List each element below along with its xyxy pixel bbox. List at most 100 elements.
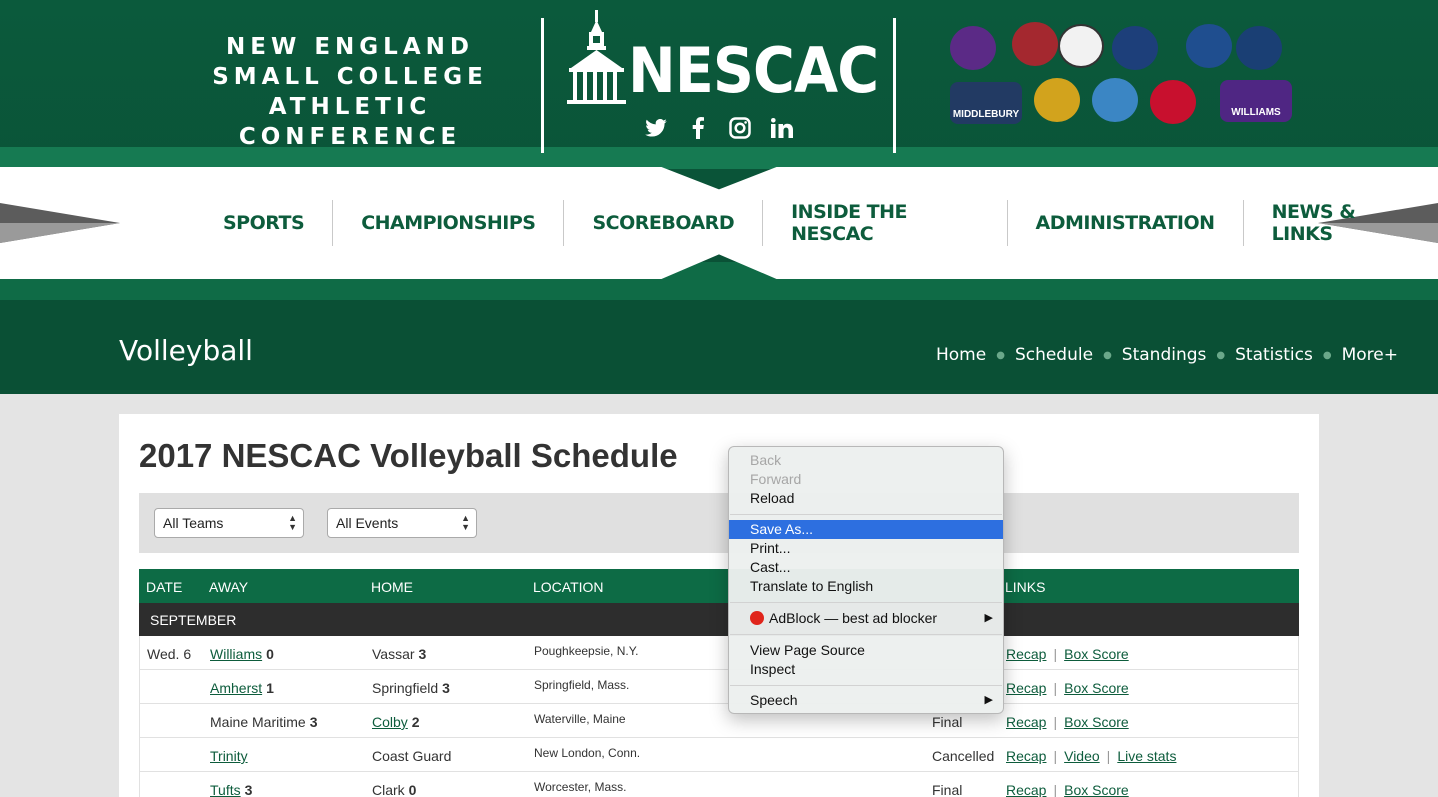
away-team-score: 3: [309, 714, 318, 730]
sport-nav-more[interactable]: More+: [1342, 345, 1398, 365]
instagram-icon[interactable]: [728, 116, 752, 140]
home-team-score: 0: [408, 782, 417, 797]
home-cell: Coast Guard: [372, 748, 455, 764]
conference-tagline: NEW ENGLAND SMALL COLLEGE ATHLETIC CONFE…: [170, 32, 530, 152]
home-team-name: Vassar: [372, 646, 415, 662]
table-row: Amherst 1 Springfield 3 Springfield, Mass. Re…: [139, 670, 1299, 704]
recap-link[interactable]: Recap: [1006, 748, 1046, 764]
home-team-name: Clark: [372, 782, 405, 797]
box-score-link[interactable]: Box Score: [1064, 680, 1129, 696]
menu-print[interactable]: Print...: [729, 539, 1003, 558]
adblock-hand-icon: [750, 611, 764, 625]
amherst-mammoth-logo[interactable]: [950, 26, 996, 70]
game-links: Recap | Box Score: [1006, 714, 1129, 730]
header-divider-left: [541, 18, 544, 153]
recap-link[interactable]: Recap: [1006, 680, 1046, 696]
nav-news-links[interactable]: NEWS & LINKS: [1242, 200, 1438, 246]
sport-nav-statistics[interactable]: Statistics: [1235, 345, 1313, 365]
twitter-icon[interactable]: [644, 116, 668, 140]
menu-view-source[interactable]: View Page Source: [729, 641, 1003, 660]
linkedin-icon[interactable]: [770, 116, 794, 140]
team-logo-label: MIDDLEBURY: [952, 108, 1020, 120]
sport-nav-schedule[interactable]: Schedule: [1015, 345, 1093, 365]
trinity-bantam-logo[interactable]: [1034, 78, 1080, 122]
box-score-link[interactable]: Box Score: [1064, 782, 1129, 797]
menu-speech-label: Speech: [750, 692, 798, 708]
away-team-link[interactable]: Tufts: [210, 782, 241, 797]
link-separator: |: [1053, 680, 1058, 696]
bowdoin-polar-bear-logo[interactable]: [1058, 24, 1104, 68]
away-team-score: 0: [266, 646, 274, 662]
tagline-line-1: NEW ENGLAND: [226, 34, 474, 60]
menu-divider: [730, 685, 1002, 686]
game-location: Poughkeepsie, N.Y.: [534, 644, 639, 658]
menu-reload[interactable]: Reload: [729, 489, 1003, 508]
home-cell: Clark 0: [372, 782, 416, 797]
select-arrows-icon: ▲ ▼: [288, 513, 297, 532]
home-cell: Springfield 3: [372, 680, 450, 696]
nav-inside-the-nescac[interactable]: INSIDE THE NESCAC: [762, 200, 1006, 246]
williams-ephs-logo[interactable]: WILLIAMS: [1220, 80, 1292, 122]
conn-college-logo[interactable]: [1186, 24, 1232, 68]
box-score-link[interactable]: Box Score: [1064, 646, 1129, 662]
menu-inspect[interactable]: Inspect: [729, 660, 1003, 679]
menu-adblock[interactable]: AdBlock — best ad blocker ▶: [729, 609, 1003, 628]
video-link[interactable]: Video: [1064, 748, 1100, 764]
chapel-logo-icon[interactable]: [565, 10, 629, 105]
away-team-link[interactable]: Amherst: [210, 680, 262, 696]
wesleyan-logo[interactable]: [1150, 80, 1196, 124]
away-cell: Trinity: [210, 748, 252, 764]
away-team-score: 1: [266, 680, 274, 696]
game-links: Recap | Video | Live stats: [1006, 748, 1176, 764]
home-cell: Vassar 3: [372, 646, 426, 662]
team-filter-select[interactable]: All Teams ▲ ▼: [154, 508, 304, 538]
away-team-link[interactable]: Williams: [210, 646, 262, 662]
nav-championships[interactable]: CHAMPIONSHIPS: [332, 200, 563, 246]
home-team-name: Springfield: [372, 680, 439, 696]
home-team-link[interactable]: Colby: [372, 714, 408, 730]
facebook-icon[interactable]: [686, 116, 710, 140]
away-team-name: Maine Maritime: [210, 714, 306, 730]
away-team-link[interactable]: Trinity: [210, 748, 248, 764]
link-separator: |: [1106, 748, 1111, 764]
tufts-jumbo-logo[interactable]: [1092, 78, 1138, 122]
menu-save-as[interactable]: Save As...: [729, 520, 1003, 539]
nav-sports[interactable]: SPORTS: [195, 200, 332, 246]
game-date: Wed. 6: [147, 646, 192, 662]
game-location: Waterville, Maine: [534, 712, 626, 726]
recap-link[interactable]: Recap: [1006, 782, 1046, 797]
link-separator: |: [1053, 714, 1058, 730]
page-title: 2017 NESCAC Volleyball Schedule: [139, 437, 678, 474]
live-stats-link[interactable]: Live stats: [1117, 748, 1176, 764]
colby-mule-logo[interactable]: [1112, 26, 1158, 70]
nav-separator-dot: ●: [996, 349, 1005, 361]
col-links: LINKS: [1005, 579, 1046, 595]
middlebury-panther-logo[interactable]: MIDDLEBURY: [950, 82, 1022, 124]
menu-back[interactable]: Back: [729, 451, 1003, 470]
sport-nav-standings[interactable]: Standings: [1122, 345, 1207, 365]
recap-link[interactable]: Recap: [1006, 714, 1046, 730]
bates-bobcat-logo[interactable]: [1012, 22, 1058, 66]
header-divider-right: [893, 18, 896, 153]
tagline-line-3: ATHLETIC CONFERENCE: [238, 94, 462, 150]
submenu-arrow-icon: ▶: [984, 612, 993, 624]
nav-administration[interactable]: ADMINISTRATION: [1006, 200, 1243, 246]
menu-cast[interactable]: Cast...: [729, 558, 1003, 577]
game-result: Cancelled: [932, 748, 995, 764]
sport-nav-home[interactable]: Home: [936, 345, 986, 365]
menu-forward[interactable]: Forward: [729, 470, 1003, 489]
hamilton-logo[interactable]: [1236, 26, 1282, 70]
recap-link[interactable]: Recap: [1006, 646, 1046, 662]
menu-translate[interactable]: Translate to English: [729, 577, 1003, 596]
box-score-link[interactable]: Box Score: [1064, 714, 1129, 730]
col-away: AWAY: [209, 579, 249, 595]
game-location: New London, Conn.: [534, 746, 641, 760]
home-team-name: Coast Guard: [372, 748, 452, 764]
nescac-wordmark[interactable]: NESCAC: [628, 36, 879, 106]
menu-speech[interactable]: Speech ▶: [729, 691, 1003, 710]
nav-scoreboard[interactable]: SCOREBOARD: [563, 200, 762, 246]
event-filter-select[interactable]: All Events ▲ ▼: [327, 508, 477, 538]
nav-separator-dot: ●: [1103, 349, 1112, 361]
month-row: SEPTEMBER: [139, 603, 1299, 636]
menu-divider: [730, 634, 1002, 635]
